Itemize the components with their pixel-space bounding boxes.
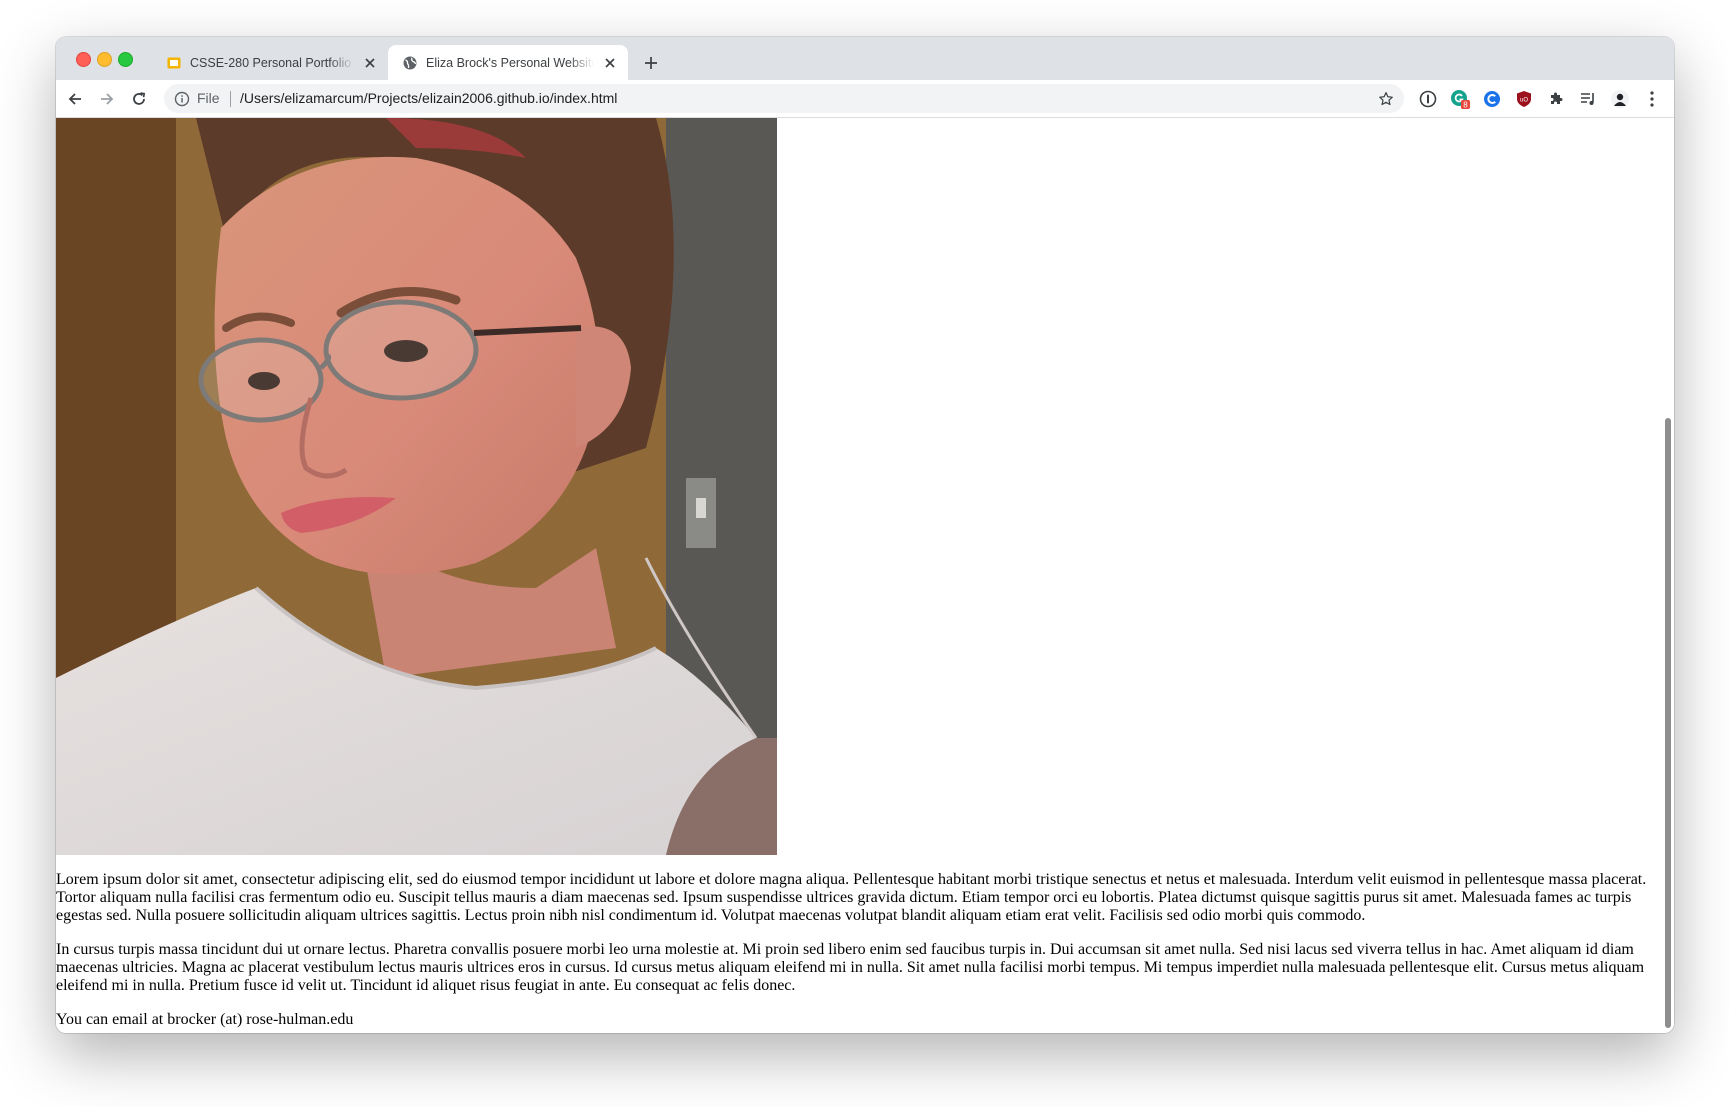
zoom-window-button[interactable] — [118, 52, 133, 67]
new-tab-button[interactable] — [639, 51, 663, 75]
tab-portfolio[interactable]: CSSE-280 Personal Portfolio Site — [152, 45, 388, 80]
extensions-puzzle-icon[interactable] — [1546, 89, 1566, 109]
tab-strip: CSSE-280 Personal Portfolio Site Eliza B… — [56, 37, 1674, 80]
page-viewport: Lorem ipsum dolor sit amet, consectetur … — [56, 118, 1674, 1033]
slides-icon — [166, 55, 182, 71]
minimize-window-button[interactable] — [97, 52, 112, 67]
bookmark-star-icon[interactable] — [1376, 89, 1396, 109]
address-bar[interactable]: File /Users/elizamarcum/Projects/elizain… — [164, 84, 1404, 113]
scheme-label: File — [197, 90, 220, 106]
page-content: Lorem ipsum dolor sit amet, consectetur … — [56, 871, 1664, 1033]
paragraph: Lorem ipsum dolor sit amet, consectetur … — [56, 871, 1647, 924]
grammarly-icon[interactable]: 8 — [1450, 89, 1470, 109]
c-extension-icon[interactable] — [1482, 89, 1502, 109]
arrow-right-icon — [101, 93, 114, 105]
paragraph: In cursus turpis massa tincidunt dui ut … — [56, 941, 1645, 994]
scrollbar-thumb[interactable] — [1665, 418, 1671, 1028]
globe-icon — [402, 55, 418, 71]
1password-icon[interactable] — [1418, 89, 1438, 109]
browser-window: CSSE-280 Personal Portfolio Site Eliza B… — [56, 37, 1674, 1033]
svg-text:uO: uO — [1520, 98, 1528, 104]
browser-toolbar: File /Users/elizamarcum/Projects/elizain… — [56, 80, 1674, 118]
portrait-photo — [56, 118, 777, 855]
close-window-button[interactable] — [76, 52, 91, 67]
grammarly-badge: 8 — [1463, 100, 1468, 109]
profile-avatar[interactable] — [1610, 89, 1630, 109]
tab-personal-website[interactable]: Eliza Brock's Personal Website — [388, 45, 628, 80]
forward-button[interactable] — [94, 86, 120, 112]
ublock-origin-icon[interactable]: uO — [1514, 89, 1534, 109]
vertical-scrollbar[interactable] — [1662, 118, 1674, 1033]
contact-text: You can email at brocker (at) rose-hulma… — [56, 1011, 354, 1028]
media-queue-icon[interactable] — [1578, 89, 1598, 109]
close-tab-icon[interactable] — [600, 53, 620, 73]
info-icon[interactable] — [174, 91, 190, 107]
menu-kebab-icon[interactable] — [1642, 89, 1662, 109]
reload-icon — [133, 92, 146, 105]
reload-button[interactable] — [126, 86, 152, 112]
tab-title: CSSE-280 Personal Portfolio Site — [190, 55, 354, 70]
tab-title: Eliza Brock's Personal Website — [426, 55, 594, 70]
arrow-left-icon — [68, 93, 81, 105]
plus-icon — [645, 57, 657, 69]
back-button[interactable] — [62, 86, 88, 112]
divider — [230, 91, 231, 107]
close-tab-icon[interactable] — [360, 53, 380, 73]
url-text[interactable]: /Users/elizamarcum/Projects/elizain2006.… — [240, 90, 617, 106]
